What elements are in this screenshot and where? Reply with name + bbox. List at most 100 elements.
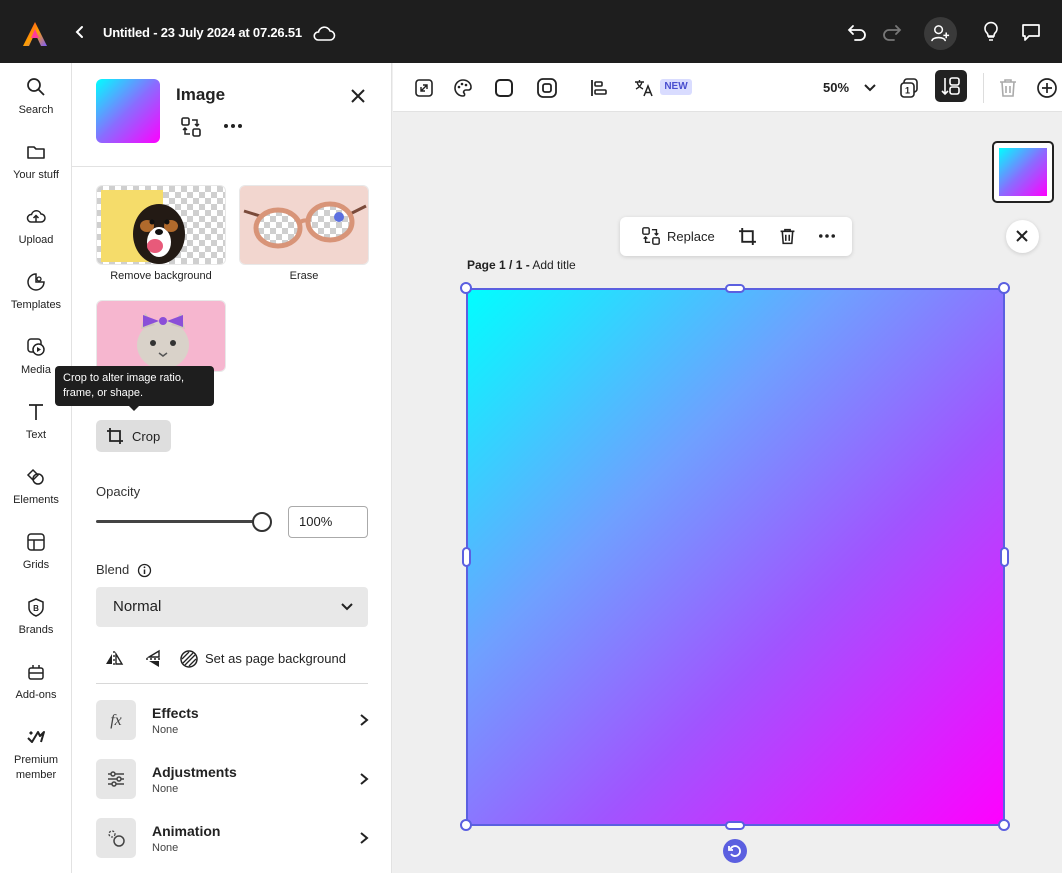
close-icon[interactable] [349,87,367,105]
rail-label: Text [25,429,47,441]
rail-item-brands[interactable]: B Brands [0,597,72,637]
cat-preset-tile[interactable] [96,300,226,372]
flip-horizontal-icon[interactable] [104,649,124,669]
text-icon [29,404,43,420]
rail-item-premium[interactable]: Premium member [0,727,72,782]
svg-text:fx: fx [110,712,122,729]
page-thumbnail-image [999,148,1047,196]
brands-icon: B [28,598,44,617]
rail-label: Elements [13,494,59,506]
back-chevron-icon[interactable] [72,24,88,40]
selection-outline [466,288,1005,826]
replace-button[interactable]: Replace [667,229,715,244]
resize-handle-top-right[interactable] [998,282,1010,294]
blend-mode-select[interactable]: Normal [96,587,368,627]
crop-icon[interactable] [738,227,757,246]
lightbulb-icon[interactable] [979,20,1003,44]
panel-title: Image [176,85,226,104]
align-left-icon[interactable] [588,77,610,99]
canvas-close-button[interactable] [1006,220,1039,253]
translate-icon[interactable] [633,77,655,99]
set-page-background-label[interactable]: Set as page background [205,651,346,666]
replace-icon[interactable] [180,116,202,138]
resize-handle-top-left[interactable] [460,282,472,294]
rotate-handle[interactable] [723,839,747,863]
animation-icon-box[interactable] [96,818,136,858]
layers-icon[interactable]: 1 [898,77,920,99]
rail-item-text[interactable]: Text [0,402,72,442]
rail-item-add-ons[interactable]: Add-ons [0,662,72,702]
chevron-down-icon[interactable] [864,82,876,94]
animation-title[interactable]: Animation [152,823,220,839]
crop-button[interactable]: Crop [96,420,171,452]
rail-label: Templates [10,299,62,311]
redo-icon[interactable] [880,20,904,44]
rail-item-search[interactable]: Search [0,77,72,117]
resize-handle-top[interactable] [725,284,745,293]
resize-handle-right[interactable] [1000,547,1009,567]
effects-title[interactable]: Effects [152,705,199,721]
rail-item-grids[interactable]: Grids [0,532,72,572]
toolbar-divider [983,73,984,103]
rail-item-your-stuff[interactable]: Your stuff [0,142,72,182]
rail-item-templates[interactable]: Templates [0,272,72,312]
svg-text:B: B [33,604,39,613]
erase-tile[interactable] [239,185,369,265]
color-palette-icon[interactable] [452,77,474,99]
floating-context-bar: Replace [620,217,852,256]
page-thumbnail[interactable] [992,141,1054,203]
resize-handle-bottom-left[interactable] [460,819,472,831]
rail-item-upload[interactable]: Upload [0,207,72,247]
chevron-right-icon[interactable] [358,831,370,845]
flip-vertical-icon[interactable] [144,649,164,669]
adobe-express-logo-icon[interactable] [22,21,48,47]
resize-handle-bottom[interactable] [725,821,745,830]
remove-background-tile[interactable] [96,185,226,265]
resize-icon[interactable] [413,77,435,99]
resize-handle-left[interactable] [462,547,471,567]
delete-icon[interactable] [997,77,1019,99]
delete-icon[interactable] [778,227,797,246]
border-icon[interactable] [536,77,558,99]
add-title-placeholder[interactable]: Add title [532,258,575,272]
page-title: Page 1 / 1 - Add title [467,258,576,272]
opacity-slider-thumb[interactable] [252,512,272,532]
adjustments-title[interactable]: Adjustments [152,764,237,780]
comment-icon[interactable] [1019,20,1043,44]
glasses-image [240,186,368,264]
new-badge: NEW [660,79,692,95]
canvas-toolbar: NEW 50% 1 [393,63,1062,112]
grids-icon [27,533,45,551]
close-icon [1016,230,1028,242]
more-options-icon[interactable] [222,117,244,135]
animation-icon [108,830,125,847]
cloud-sync-icon[interactable] [312,24,336,42]
opacity-slider-track[interactable] [96,520,262,523]
more-options-icon[interactable] [817,228,837,244]
info-icon[interactable] [137,563,152,578]
panel-divider [72,166,392,167]
undo-icon[interactable] [845,20,869,44]
adjustments-icon-box[interactable] [96,759,136,799]
resize-handle-bottom-right[interactable] [998,819,1010,831]
invite-button[interactable] [924,17,957,50]
rail-label: Search [18,104,54,116]
crop-tooltip: Crop to alter image ratio, frame, or sha… [55,366,214,411]
rail-label-line-2: member [15,769,57,781]
document-title[interactable]: Untitled - 23 July 2024 at 07.26.51 [103,25,302,40]
rail-item-elements[interactable]: Elements [0,467,72,507]
opacity-label: Opacity [96,484,141,499]
chevron-right-icon[interactable] [358,713,370,727]
effects-icon-box[interactable]: fx [96,700,136,740]
page-background-icon[interactable] [179,649,199,669]
chevron-right-icon[interactable] [358,772,370,786]
add-icon[interactable] [1036,77,1058,99]
zoom-level[interactable]: 50% [823,80,849,95]
arrange-tool-button[interactable] [935,70,967,102]
remove-background-label: Remove background [110,270,212,282]
shape-corner-icon[interactable] [493,77,515,99]
opacity-input[interactable]: 100% [288,506,368,538]
replace-icon[interactable] [641,226,661,246]
rail-label: Add-ons [15,689,57,701]
rail-label: Grids [22,559,50,571]
